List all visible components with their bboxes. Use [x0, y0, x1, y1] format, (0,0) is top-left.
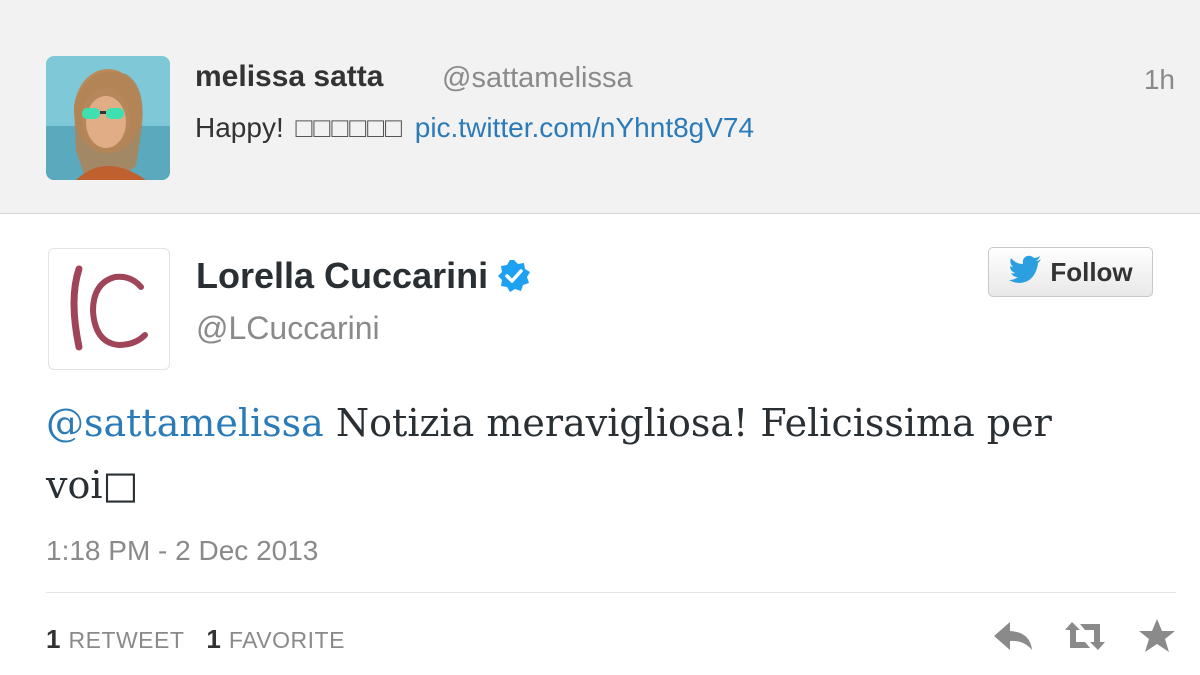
parent-text-prefix: Happy!: [195, 112, 284, 143]
retweet-label[interactable]: RETWEET: [68, 627, 184, 654]
main-tweet-text: @sattamelissa Notizia meravigliosa! Feli…: [46, 392, 1156, 516]
reply-icon[interactable]: [992, 618, 1034, 659]
tweet-actions: [992, 618, 1178, 659]
retweet-count[interactable]: 1: [46, 624, 60, 655]
favorite-label[interactable]: FAVORITE: [229, 627, 345, 654]
lc-logo: [70, 265, 148, 351]
twitter-bird-icon: [1008, 255, 1050, 290]
main-avatar[interactable]: [48, 248, 170, 370]
parent-author-name[interactable]: melissa satta: [195, 60, 383, 94]
parent-text-glyphs: □□□□□□: [295, 112, 403, 143]
main-author-handle[interactable]: @LCuccarini: [196, 310, 380, 347]
favorite-count[interactable]: 1: [206, 624, 220, 655]
parent-avatar[interactable]: [46, 56, 170, 180]
parent-author-handle[interactable]: @sattamelissa: [442, 62, 633, 95]
retweet-icon[interactable]: [1064, 618, 1106, 659]
tweet-stats: 1 RETWEET 1 FAVORITE: [46, 624, 367, 655]
favorite-icon[interactable]: [1136, 618, 1178, 659]
parent-tweet-time[interactable]: 1h: [1144, 64, 1175, 96]
follow-button-label[interactable]: Follow: [1050, 257, 1132, 288]
parent-pic-link[interactable]: pic.twitter.com/nYhnt8gV74: [415, 112, 754, 143]
tweet-timestamp[interactable]: 1:18 PM - 2 Dec 2013: [46, 535, 318, 567]
parent-tweet-text: Happy! □□□□□□ pic.twitter.com/nYhnt8gV74: [195, 112, 754, 144]
verified-icon: [496, 258, 532, 294]
main-author-name[interactable]: Lorella Cuccarini: [196, 255, 532, 297]
parent-tweet[interactable]: melissa satta @sattamelissa 1h Happy! □□…: [0, 0, 1200, 214]
mention-link[interactable]: @sattamelissa: [46, 401, 324, 445]
main-author-name-text[interactable]: Lorella Cuccarini: [196, 255, 488, 297]
divider: [46, 592, 1176, 593]
follow-button[interactable]: Follow: [988, 247, 1153, 297]
